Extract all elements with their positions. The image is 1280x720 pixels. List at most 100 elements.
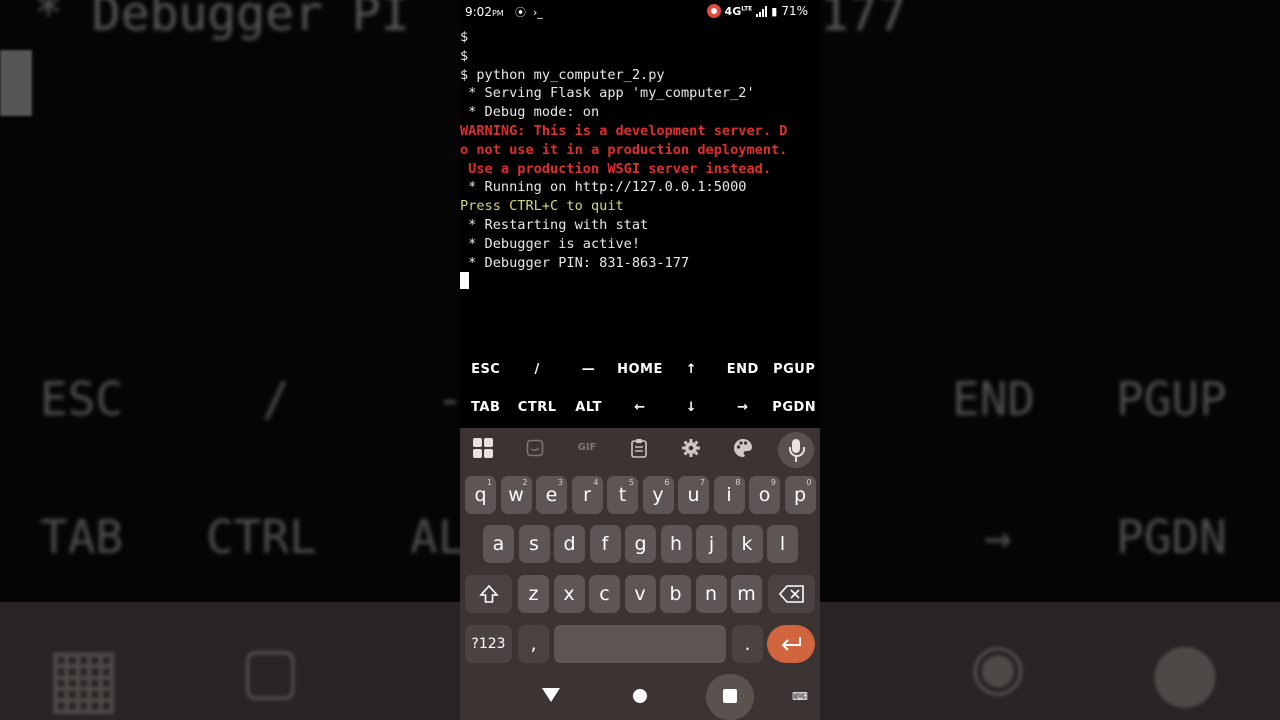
back-triangle-icon[interactable] <box>542 688 560 702</box>
key-label: q <box>474 484 487 506</box>
bg-end: END <box>952 372 1036 426</box>
key-label: r <box>583 484 591 506</box>
key-v[interactable]: v <box>624 575 656 613</box>
gif-button[interactable]: GIF <box>570 434 604 462</box>
soft-keyboard: GIF q1w2e3r4t5y6u7i8o9p0asdfghjklzxcvbnm… <box>460 428 820 720</box>
terminal-line: WARNING: This is a development server. D <box>460 122 788 139</box>
key-number-hint: 2 <box>522 478 528 487</box>
extra-key[interactable]: END <box>717 355 768 391</box>
key-e[interactable]: e3 <box>536 476 567 514</box>
key-number-hint: 7 <box>699 478 705 487</box>
key-f[interactable]: f <box>589 525 621 563</box>
extra-key[interactable]: ↓ <box>666 393 717 429</box>
key-label: i <box>726 484 732 506</box>
status-bar: 9:02PM ⦿ ›_ 4GLTE ▮ 71% <box>460 0 820 26</box>
theme-palette-icon[interactable] <box>726 434 760 462</box>
apps-grid-icon[interactable] <box>466 434 500 462</box>
keyboard-switch-icon[interactable]: ⌨ <box>792 690 808 703</box>
terminal-line: * Debug mode: on <box>460 104 600 121</box>
terminal-cursor-line <box>460 272 820 291</box>
key-w[interactable]: w2 <box>500 476 532 514</box>
key-g[interactable]: g <box>625 525 656 563</box>
terminal-output[interactable]: $ $ $ python my_computer_2.py * Serving Fl… <box>460 28 820 291</box>
key-k[interactable]: k <box>731 525 763 563</box>
extra-key[interactable]: TAB <box>460 393 511 429</box>
bg-pgup: PGUP <box>1116 372 1227 426</box>
extra-key[interactable]: ALT <box>563 393 614 429</box>
key-label: t <box>618 484 627 506</box>
shift-key[interactable] <box>465 575 512 613</box>
key-c[interactable]: c <box>589 575 620 613</box>
key-u[interactable]: u7 <box>678 476 709 514</box>
recents-square-icon[interactable] <box>723 689 737 703</box>
key-r[interactable]: r4 <box>571 476 603 514</box>
key-l[interactable]: l <box>767 525 798 563</box>
backspace-key[interactable] <box>768 575 815 613</box>
home-circle-icon[interactable] <box>633 689 647 703</box>
extra-key[interactable]: HOME <box>614 355 665 391</box>
key-p[interactable]: p0 <box>784 476 816 514</box>
key-d[interactable]: d <box>554 525 585 563</box>
voice-input-mic-icon[interactable] <box>778 432 814 468</box>
terminal-line: $ <box>460 29 469 45</box>
bg-terminal-text-right: 177 <box>820 0 907 42</box>
extra-key[interactable]: PGDN <box>769 393 820 429</box>
terminal-line: * Running on http://127.0.0.1:5000 <box>460 179 747 196</box>
extra-key[interactable]: ↑ <box>666 355 717 391</box>
clock-time: 9:02 <box>465 5 492 19</box>
key-b[interactable]: b <box>660 575 691 613</box>
key-m[interactable]: m <box>731 575 762 613</box>
key-y[interactable]: y6 <box>642 476 674 514</box>
sticker-icon[interactable] <box>518 434 552 462</box>
key-z[interactable]: z <box>518 575 549 613</box>
bg-alt: AL <box>410 510 466 564</box>
sync-icon: ⦿ <box>515 6 526 19</box>
bg-terminal-text: * Debugger PI <box>34 0 410 42</box>
status-right: 4GLTE ▮ 71% <box>706 4 808 18</box>
terminal-icon: ›_ <box>533 6 543 19</box>
key-number-hint: 9 <box>770 478 776 487</box>
key-label: e <box>545 484 558 506</box>
key-n[interactable]: n <box>695 575 727 613</box>
key-o[interactable]: o9 <box>749 476 780 514</box>
extra-key[interactable]: — <box>563 355 614 391</box>
key-q[interactable]: q1 <box>465 476 496 514</box>
period-key[interactable]: . <box>732 625 763 663</box>
key-h[interactable]: h <box>660 525 692 563</box>
space-key[interactable] <box>554 625 726 663</box>
battery-level: 71% <box>781 4 808 18</box>
bg-cursor <box>0 50 32 116</box>
bg-pgdn: PGDN <box>1116 510 1227 564</box>
key-number-hint: 5 <box>628 478 634 487</box>
extra-key[interactable]: → <box>717 393 768 429</box>
navigation-bar: ⌨ <box>460 674 820 720</box>
key-number-hint: 4 <box>593 478 599 487</box>
settings-gear-icon[interactable] <box>674 434 708 462</box>
symbols-key[interactable]: ?123 <box>465 625 512 663</box>
key-i[interactable]: i8 <box>713 476 745 514</box>
bg-esc: ESC <box>40 372 124 426</box>
key-a[interactable]: a <box>483 525 514 563</box>
key-s[interactable]: s <box>518 525 550 563</box>
comma-key[interactable]: , <box>518 625 549 663</box>
extra-key[interactable]: CTRL <box>511 393 562 429</box>
key-label: o <box>758 484 771 506</box>
extra-key[interactable]: ← <box>614 393 665 429</box>
key-x[interactable]: x <box>553 575 585 613</box>
terminal-line: o not use it in a production deployment. <box>460 141 788 158</box>
extra-key[interactable]: ESC <box>460 355 511 391</box>
battery-icon: ▮ <box>771 4 778 18</box>
key-number-hint: 0 <box>806 478 812 487</box>
bg-mic-icon: ● <box>1150 624 1220 717</box>
extra-key[interactable]: / <box>511 355 562 391</box>
terminal-cursor <box>460 272 469 290</box>
extra-key[interactable]: PGUP <box>769 355 820 391</box>
key-t[interactable]: t5 <box>607 476 638 514</box>
key-j[interactable]: j <box>696 525 727 563</box>
terminal-line: $ python my_computer_2.py <box>460 66 665 83</box>
terminal-line: * Restarting with stat <box>460 216 649 233</box>
terminal-line: $ <box>460 47 469 64</box>
enter-key[interactable] <box>767 625 815 663</box>
clipboard-icon[interactable] <box>622 434 656 462</box>
terminal-line: Press CTRL+C to quit <box>460 198 624 215</box>
